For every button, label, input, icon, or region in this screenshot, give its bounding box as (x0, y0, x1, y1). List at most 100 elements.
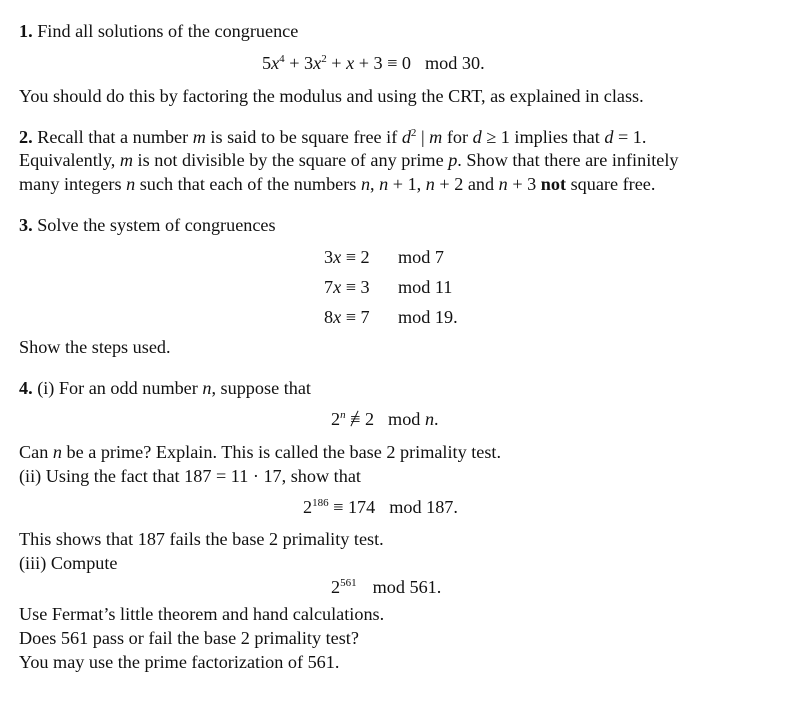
problem-4-part-iii: (iii) Compute (19, 553, 118, 573)
math-text: n (340, 409, 346, 421)
math-text: 2 (303, 497, 313, 517)
math-text: ≡ 3 (341, 277, 370, 297)
math-text: 186 (312, 497, 329, 509)
math-text: mod 561. (372, 577, 442, 597)
math-text: 8x ≡ 7 (324, 306, 382, 328)
problem-4-fermat-hint: Use Fermat’s little theorem and hand cal… (19, 604, 385, 624)
math-text: square free. (566, 174, 656, 194)
math-text: n (360, 174, 371, 194)
math-text: d (401, 127, 411, 147)
emphasis-not: not (540, 174, 567, 194)
math-text: ≡ 174 (328, 497, 376, 517)
math-text: , (370, 174, 380, 194)
math-text: + 3 (507, 174, 541, 194)
math-text: 8 (324, 307, 334, 327)
math-text: n (379, 174, 389, 194)
display-2n-not-congruent: 2n ≡ 2 mod n. (331, 408, 439, 433)
math-text: x (313, 53, 322, 73)
math-text: many integers (19, 174, 127, 194)
problem-1-prompt: 1. Find all solutions of the congruence (19, 20, 298, 42)
problem-2-line-1: 2. Recall that a number m is said to be … (19, 126, 646, 151)
math-text: 4 (279, 53, 285, 65)
math-text: (i) For an odd number (37, 378, 203, 398)
math-text: + 3 (284, 53, 314, 73)
math-text: 2 (360, 409, 375, 429)
problem-number: 2. (19, 127, 33, 147)
problem-3-outro: Show the steps used. (19, 337, 171, 357)
congruence-system: 3x ≡ 2 mod 7 7x ≡ 3 mod 11 8x ≡ 7 mod 19. (324, 246, 458, 336)
problem-4-conclusion: This shows that 187 fails the base 2 pri… (19, 529, 384, 549)
problem-4-question: Can n be a prime? Explain. This is calle… (19, 441, 501, 463)
math-text: d (472, 127, 482, 147)
math-text: 5 (262, 53, 272, 73)
math-text: ≡ 7 (341, 307, 370, 327)
math-text: 7x ≡ 3 (324, 276, 382, 298)
math-text: m (192, 127, 206, 147)
math-text: mod 19. (398, 307, 458, 327)
math-text: for (442, 127, 473, 147)
math-text: x (346, 53, 355, 73)
math-text: | (416, 127, 430, 147)
math-text: 7 (324, 277, 334, 297)
math-text: mod 11 (398, 277, 453, 297)
math-text: n (126, 174, 136, 194)
math-text: is not divisible by the square of any pr… (133, 150, 449, 170)
math-text: + 2 and (434, 174, 499, 194)
problem-2-line-3: many integers n such that each of the nu… (19, 173, 655, 195)
math-text: 3 (324, 247, 334, 267)
math-text: + 3 ≡ 0 (354, 53, 412, 73)
math-text: n (424, 409, 435, 429)
math-text: mod n. (388, 408, 439, 430)
math-text: ≥ 1 implies that (481, 127, 605, 147)
problem-1-congruence: 5x4 + 3x2 + x + 3 ≡ 0 mod 30. (262, 52, 485, 77)
math-text: . (434, 409, 439, 429)
problem-4-factor-hint: You may use the prime factorization of 5… (19, 652, 340, 672)
math-text: 3x ≡ 2 (324, 246, 382, 268)
math-text: mod (388, 409, 425, 429)
math-text: n (498, 174, 508, 194)
math-text: . Show that there are infinitely (457, 150, 679, 170)
math-text: m (119, 150, 133, 170)
problem-4-pass-question: Does 561 pass or fail the base 2 primali… (19, 628, 359, 648)
math-text: x (271, 53, 280, 73)
math-text: Recall that a number (37, 127, 193, 147)
math-text: is said to be square free if (205, 127, 402, 147)
math-text: 2 (321, 53, 327, 65)
math-text: mod 187. (389, 497, 458, 517)
math-text: be a prime? Explain. This is called the … (61, 442, 502, 462)
problem-4-part-ii: (ii) Using the fact that 187 = 11 · 17, … (19, 466, 361, 486)
problem-4-part-i: 4. (i) For an odd number n, suppose that (19, 377, 311, 399)
math-text: mod 30. (425, 53, 485, 73)
math-text: + 1, (388, 174, 426, 194)
math-text: n (52, 442, 62, 462)
math-text: ≡ 2 (341, 247, 370, 267)
math-text: ≡ (350, 409, 361, 429)
problem-2-line-2: Equivalently, m is not divisible by the … (19, 149, 679, 171)
math-text: Solve the system of congruences (37, 215, 276, 235)
math-text: 561 (340, 577, 357, 589)
math-text: Equivalently, (19, 150, 120, 170)
problem-number: 1. (19, 21, 33, 41)
congruence-row: 7x ≡ 3 mod 11 (324, 276, 458, 306)
math-text: = 1. (613, 127, 647, 147)
math-text: mod 7 (398, 247, 444, 267)
math-text: m (429, 127, 443, 147)
math-text: such that each of the numbers (135, 174, 361, 194)
math-text: x (333, 307, 342, 327)
math-text: 2 (331, 409, 341, 429)
display-2-561: 2561 mod 561. (331, 576, 441, 601)
math-text: Can (19, 442, 53, 462)
congruence-row: 3x ≡ 2 mod 7 (324, 246, 458, 276)
homework-page: 1. Find all solutions of the congruence … (0, 0, 791, 702)
problem-number: 3. (19, 215, 33, 235)
math-text: n (425, 174, 435, 194)
math-text: , suppose that (211, 378, 311, 398)
math-text: Find all solutions of the congruence (37, 21, 299, 41)
problem-1-instruction: You should do this by factoring the modu… (19, 86, 644, 106)
display-2-186: 2186 ≡ 174 mod 187. (303, 496, 458, 521)
problem-3-prompt: 3. Solve the system of congruences (19, 214, 276, 236)
math-text: 2 (331, 577, 341, 597)
math-text: + (326, 53, 347, 73)
math-text: 2 (410, 127, 417, 139)
congruence-row: 8x ≡ 7 mod 19. (324, 306, 458, 336)
